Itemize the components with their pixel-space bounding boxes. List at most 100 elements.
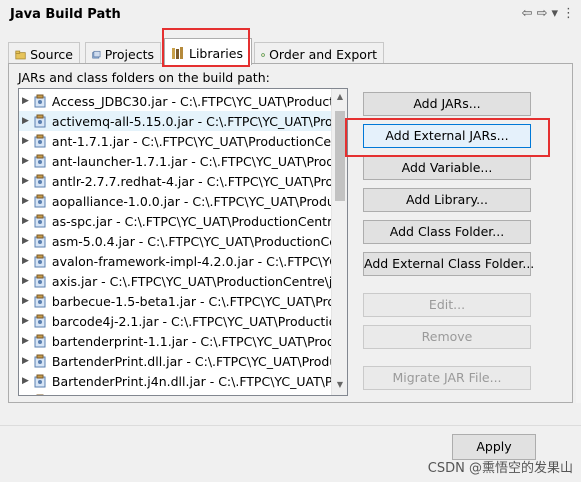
jar-label: ant-1.7.1.jar - C:\.FTPC\YC_UAT\Producti… — [51, 133, 347, 149]
add-variable-button[interactable]: Add Variable... — [363, 156, 531, 180]
jar-label: barcode4j-2.1.jar - C:\.FTPC\YC_UAT\Prod… — [51, 313, 347, 329]
jar-label: asm-5.0.4.jar - C:\.FTPC\YC_UAT\Producti… — [51, 233, 347, 249]
expand-arrow-icon[interactable]: ▶ — [22, 376, 29, 386]
remove-button[interactable]: Remove — [363, 325, 531, 349]
scroll-thumb[interactable] — [335, 111, 345, 201]
tab-bar: Source Projects Libraries Order and Expo… — [8, 38, 568, 65]
list-item[interactable]: ▶ BartenderPrint.dll.jar - C:\.FTPC\YC_UA… — [19, 351, 347, 371]
add-jars-button[interactable]: Add JARs... — [363, 92, 531, 116]
jar-file-icon — [34, 254, 46, 268]
jar-label: avalon-framework-impl-4.2.0.jar - C:\.FT… — [51, 253, 347, 269]
expand-arrow-icon[interactable]: ▶ — [22, 136, 29, 146]
jar-file-icon — [34, 134, 46, 148]
list-item[interactable]: ▶ antlr-2.7.7.redhat-4.jar - C:\.FTPC\YC_… — [19, 171, 347, 191]
add-external-class-folder-button[interactable]: Add External Class Folder... — [363, 252, 534, 276]
tab-label: Projects — [104, 47, 154, 62]
tab-order-and-export[interactable]: Order and Export — [254, 42, 384, 64]
jar-file-icon — [34, 234, 46, 248]
list-item[interactable]: ▶ barcode4j-2.1.jar - C:\.FTPC\YC_UAT\Pro… — [19, 311, 347, 331]
jar-label: bartenderprint-1.1.jar - C:\.FTPC\YC_UAT… — [51, 333, 347, 349]
expand-arrow-icon[interactable]: ▶ — [22, 356, 29, 366]
jar-file-icon — [34, 174, 46, 188]
add-library-button[interactable]: Add Library... — [363, 188, 531, 212]
jar-file-icon — [34, 154, 46, 168]
jar-label: Access_JDBC30.jar - C:\.FTPC\YC_UAT\Prod… — [51, 93, 347, 109]
order-export-icon — [261, 52, 265, 57]
list-scrollbar[interactable]: ▲ ▼ — [331, 89, 347, 395]
tab-source[interactable]: Source — [8, 42, 80, 64]
libraries-icon — [172, 47, 183, 59]
jar-file-icon — [34, 314, 46, 328]
list-item[interactable]: ▶ as-spc.jar - C:\.FTPC\YC_UAT\Production… — [19, 211, 347, 231]
projects-icon — [92, 50, 101, 58]
expand-arrow-icon[interactable]: ▶ — [22, 256, 29, 266]
jar-file-icon — [34, 214, 46, 228]
list-item[interactable]: ▶ barbecue-1.5-beta1.jar - C:\.FTPC\YC_UA… — [19, 291, 347, 311]
jar-label: aopalliance-1.0.0.jar - C:\.FTPC\YC_UAT\… — [51, 193, 347, 209]
jar-label: BartenderPrint.dll.jar - C:\.FTPC\YC_UAT… — [51, 353, 347, 369]
expand-arrow-icon[interactable]: ▶ — [22, 316, 29, 326]
list-item[interactable]: ▶ asm-5.0.4.jar - C:\.FTPC\YC_UAT\Product… — [19, 231, 347, 251]
panel-label: JARs and class folders on the build path… — [18, 70, 270, 85]
expand-arrow-icon[interactable]: ▶ — [22, 236, 29, 246]
list-item[interactable]: ▶ activemq-all-5.15.0.jar - C:\.FTPC\YC_U… — [19, 111, 347, 131]
list-item[interactable]: ▶ axis.jar - C:\.FTPC\YC_UAT\ProductionCe… — [19, 271, 347, 291]
expand-arrow-icon[interactable]: ▶ — [22, 96, 29, 106]
footer-divider — [0, 425, 581, 426]
watermark: CSDN @熏悟空的发果山 — [427, 461, 573, 476]
list-item[interactable]: ▶ ant-launcher-1.7.1.jar - C:\.FTPC\YC_UA… — [19, 151, 347, 171]
scroll-down-icon[interactable]: ▼ — [334, 380, 346, 392]
jar-label: antlr-2.7.7.redhat-4.jar - C:\.FTPC\YC_U… — [51, 173, 347, 189]
window-header: Java Build Path ⇦ ⇨ ▾ ⋮ — [0, 0, 581, 32]
background-window-edge — [576, 120, 581, 420]
tab-projects[interactable]: Projects — [85, 42, 161, 64]
tab-label: Source — [30, 47, 73, 62]
list-item[interactable]: ▶ BartenderPrint.j4n.dll.jar - C:\.FTPC\Y… — [19, 371, 347, 391]
jar-label: BartenderPrint.j4n.dll.jar - C:\.FTPC\YC… — [51, 373, 347, 389]
migrate-jar-button[interactable]: Migrate JAR File... — [363, 366, 531, 390]
tab-libraries[interactable]: Libraries — [164, 38, 252, 65]
expand-arrow-icon[interactable]: ▶ — [22, 276, 29, 286]
jar-label: ant-launcher-1.7.1.jar - C:\.FTPC\YC_UAT… — [51, 153, 347, 169]
expand-arrow-icon[interactable]: ▶ — [22, 336, 29, 346]
tab-label: Libraries — [189, 45, 243, 61]
list-item[interactable]: ▶BartenderPrint.dll.jar - C:\.FTPC\YC_UA… — [19, 391, 347, 396]
libraries-panel: JARs and class folders on the build path… — [8, 63, 573, 403]
list-item[interactable]: ▶ bartenderprint-1.1.jar - C:\.FTPC\YC_UA… — [19, 331, 347, 351]
list-item[interactable]: ▶ avalon-framework-impl-4.2.0.jar - C:\.F… — [19, 251, 347, 271]
jar-file-icon — [34, 94, 46, 108]
expand-arrow-icon[interactable]: ▶ — [22, 196, 29, 206]
jar-file-icon — [34, 274, 46, 288]
jar-file-icon — [36, 394, 44, 395]
window-title: Java Build Path — [10, 7, 121, 22]
add-class-folder-button[interactable]: Add Class Folder... — [363, 220, 531, 244]
jar-file-icon — [34, 194, 46, 208]
scroll-up-icon[interactable]: ▲ — [334, 92, 346, 104]
expand-arrow-icon[interactable]: ▶ — [22, 216, 29, 226]
back-arrow-icon[interactable]: ⇦ — [522, 6, 533, 21]
list-item[interactable]: ▶ Access_JDBC30.jar - C:\.FTPC\YC_UAT\Pro… — [19, 91, 347, 111]
add-external-jars-button[interactable]: Add External JARs... — [363, 124, 531, 148]
jar-label: axis.jar - C:\.FTPC\YC_UAT\ProductionCen… — [51, 273, 347, 289]
jar-file-icon — [34, 334, 46, 348]
jar-file-icon — [34, 114, 46, 128]
forward-arrow-icon[interactable]: ⇨ — [537, 6, 548, 21]
edit-button[interactable]: Edit... — [363, 293, 531, 317]
expand-arrow-icon[interactable]: ▶ — [22, 176, 29, 186]
chevron-down-icon[interactable]: ▾ — [551, 6, 558, 21]
jar-label: as-spc.jar - C:\.FTPC\YC_UAT\ProductionC… — [51, 213, 347, 229]
source-folder-icon — [15, 50, 26, 59]
jar-list[interactable]: ▶ Access_JDBC30.jar - C:\.FTPC\YC_UAT\Pro… — [18, 88, 348, 396]
list-item[interactable]: ▶ aopalliance-1.0.0.jar - C:\.FTPC\YC_UAT… — [19, 191, 347, 211]
jar-file-icon — [34, 294, 46, 308]
menu-icon[interactable]: ⋮ — [562, 6, 575, 21]
list-item[interactable]: ▶ ant-1.7.1.jar - C:\.FTPC\YC_UAT\Product… — [19, 131, 347, 151]
header-tools: ⇦ ⇨ ▾ ⋮ — [522, 6, 575, 21]
jar-label: BartenderPrint.dll.jar - C:\.FTPC\YC_UAT… — [52, 394, 347, 396]
tab-label: Order and Export — [269, 47, 377, 62]
jar-file-icon — [34, 354, 46, 368]
jar-label: barbecue-1.5-beta1.jar - C:\.FTPC\YC_UAT… — [51, 293, 347, 309]
expand-arrow-icon[interactable]: ▶ — [22, 296, 29, 306]
expand-arrow-icon[interactable]: ▶ — [22, 156, 29, 166]
expand-arrow-icon[interactable]: ▶ — [22, 116, 29, 126]
